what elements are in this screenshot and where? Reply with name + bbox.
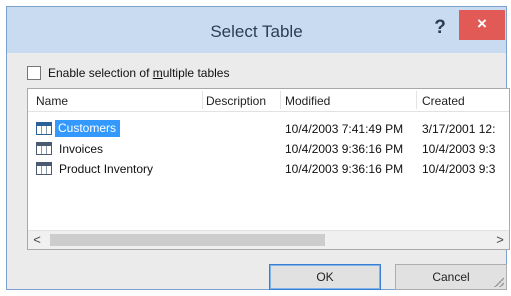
scroll-right-arrow-icon[interactable]: > (491, 231, 509, 249)
column-separator[interactable] (280, 91, 281, 109)
column-header-modified[interactable]: Modified (285, 94, 330, 108)
table-created: 10/4/2003 9:3 (422, 142, 496, 156)
horizontal-scrollbar[interactable]: < > (28, 230, 509, 249)
ok-button[interactable]: OK (269, 264, 381, 290)
close-button[interactable]: × (459, 10, 505, 40)
column-separator[interactable] (416, 91, 417, 109)
table-icon (36, 122, 52, 135)
multi-select-label[interactable]: Enable selection of multiple tables (48, 66, 229, 80)
multi-select-checkbox[interactable] (27, 66, 41, 80)
multi-select-label-accelerator: m (152, 66, 163, 80)
cancel-button[interactable]: Cancel (395, 264, 507, 290)
scrollbar-thumb[interactable] (50, 234, 325, 246)
help-button[interactable]: ? (429, 15, 451, 41)
table-row-product-inventory[interactable]: Product Inventory 10/4/2003 9:36:16 PM 1… (28, 159, 509, 179)
table-modified: 10/4/2003 7:41:49 PM (285, 122, 404, 136)
resize-grip-icon[interactable] (494, 277, 504, 287)
table-list[interactable]: Name Description Modified Created Custom… (27, 88, 510, 250)
table-icon (36, 162, 52, 175)
column-header-description[interactable]: Description (206, 94, 266, 108)
multi-select-label-rest: ultiple tables (162, 66, 230, 80)
table-name[interactable]: Product Inventory (59, 162, 153, 176)
column-separator[interactable] (202, 91, 203, 109)
select-table-dialog: Select Table ? × Enable selection of mul… (6, 6, 510, 290)
table-created: 10/4/2003 9:3 (422, 162, 496, 176)
column-header-name[interactable]: Name (36, 94, 68, 108)
multi-select-label-prefix: Enable selection of (48, 66, 153, 80)
title-bar[interactable]: Select Table ? × (7, 7, 506, 53)
table-created: 3/17/2001 12: (422, 122, 496, 136)
scroll-left-arrow-icon[interactable]: < (28, 231, 46, 249)
table-icon (36, 142, 52, 155)
table-modified: 10/4/2003 9:36:16 PM (285, 162, 404, 176)
table-row-customers[interactable]: Customers 10/4/2003 7:41:49 PM 3/17/2001… (28, 119, 509, 139)
column-header-created[interactable]: Created (422, 94, 465, 108)
table-name[interactable]: Invoices (59, 142, 103, 156)
table-modified: 10/4/2003 9:36:16 PM (285, 142, 404, 156)
table-name[interactable]: Customers (55, 120, 121, 137)
list-header: Name Description Modified Created (28, 89, 509, 112)
multi-select-option[interactable]: Enable selection of multiple tables (27, 63, 229, 83)
table-row-invoices[interactable]: Invoices 10/4/2003 9:36:16 PM 10/4/2003 … (28, 139, 509, 159)
